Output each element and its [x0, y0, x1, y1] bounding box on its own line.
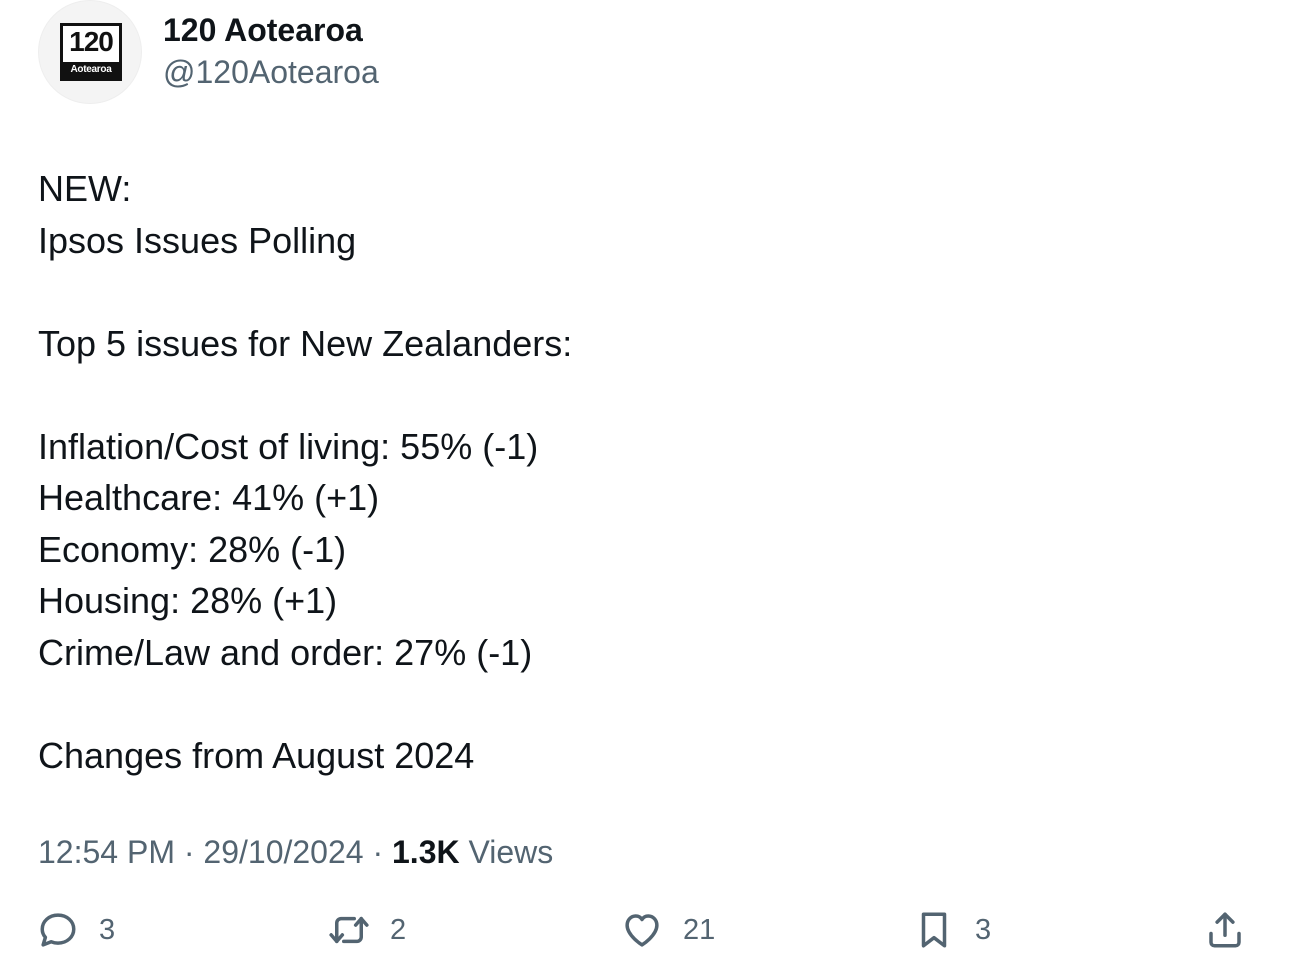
bookmark-button[interactable]: 3: [913, 900, 991, 960]
post-date[interactable]: 29/10/2024: [203, 834, 363, 870]
avatar-logo-number: 120: [69, 26, 114, 57]
post-line: [38, 266, 1258, 318]
avatar[interactable]: 120 Aotearoa: [38, 0, 142, 104]
post-line: Economy: 28% (-1): [38, 528, 347, 570]
avatar-logo-wordmark: Aotearoa: [63, 62, 119, 78]
share-button[interactable]: [1204, 900, 1246, 960]
repost-button[interactable]: 2: [328, 900, 406, 960]
reply-count: 3: [99, 913, 116, 946]
author-display-name[interactable]: 120 Aotearoa: [163, 10, 363, 50]
post-line: [38, 678, 1258, 730]
meta-separator: ·: [363, 834, 392, 870]
post-line: Housing: 28% (+1): [38, 580, 338, 621]
like-button[interactable]: 21: [621, 900, 715, 960]
share-icon: [1204, 909, 1246, 951]
action-bar: 3 2 21 3: [0, 900, 1297, 960]
views-label: Views: [459, 834, 554, 870]
post-line: Changes from August 2024: [38, 734, 475, 776]
repost-icon: [328, 909, 370, 951]
bookmark-icon: [913, 909, 955, 951]
post-meta: 12:54 PM · 29/10/2024 · 1.3K Views: [38, 830, 553, 874]
reply-button[interactable]: 3: [37, 900, 115, 960]
bookmark-count: 3: [975, 913, 992, 946]
views-count[interactable]: 1.3K: [392, 834, 460, 870]
post-line: [38, 369, 1258, 421]
post-text: NEW: Ipsos Issues Polling Top 5 issues f…: [38, 163, 1258, 781]
post-line: Inflation/Cost of living: 55% (-1): [38, 425, 539, 467]
post-line: Ipsos Issues Polling: [38, 219, 357, 261]
heart-icon: [621, 909, 663, 951]
reply-icon: [37, 909, 79, 951]
post-time[interactable]: 12:54 PM: [38, 834, 175, 870]
like-count: 21: [683, 913, 716, 946]
avatar-logo: 120 Aotearoa: [60, 23, 122, 81]
repost-count: 2: [390, 913, 407, 946]
post-line: Crime/Law and order: 27% (-1): [38, 631, 533, 673]
meta-separator: ·: [174, 834, 204, 870]
author-handle[interactable]: @120Aotearoa: [163, 52, 379, 92]
post-line: NEW:: [38, 168, 132, 209]
post-line: Healthcare: 41% (+1): [38, 477, 380, 518]
post-line: Top 5 issues for New Zealanders:: [38, 322, 573, 364]
